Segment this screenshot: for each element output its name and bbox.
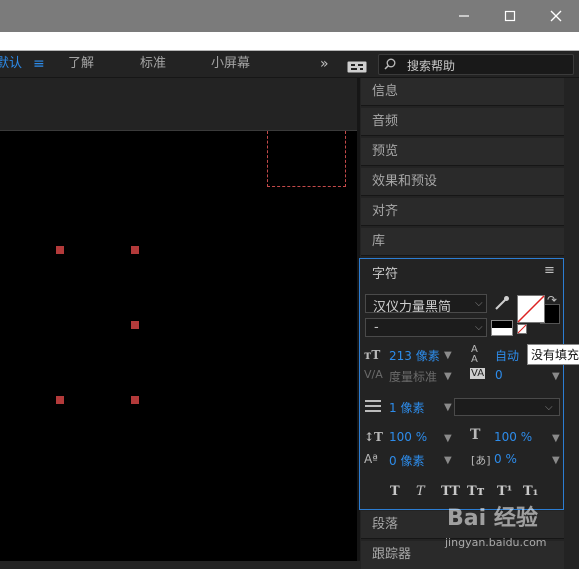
composition-header <box>0 78 357 131</box>
tracking-icon: VA <box>470 368 486 379</box>
panel-audio[interactable]: 音频 <box>361 108 564 136</box>
font-family-select[interactable]: 汉仪力量黑简 ⌵ <box>365 294 487 315</box>
chevron-down-icon: ⌵ <box>475 298 483 309</box>
search-placeholder: 搜索帮助 <box>407 59 456 73</box>
composition-viewer[interactable] <box>0 131 357 561</box>
chevron-down-icon[interactable]: ▼ <box>444 371 452 382</box>
workspace-learn[interactable]: 了解 <box>68 51 94 77</box>
character-panel: 字符 ≡ 汉仪力量黑简 ⌵ - ⌵ ↷ тT 213 像素 ▼ AA 自动 V/… <box>359 258 564 510</box>
horizontal-scale-icon: T <box>470 427 481 443</box>
chevron-down-icon[interactable]: ▼ <box>444 350 452 361</box>
close-button[interactable] <box>533 0 579 32</box>
panel-effects-presets[interactable]: 效果和预设 <box>361 168 564 196</box>
chevron-down-icon[interactable]: ▼ <box>552 371 560 382</box>
leading-value[interactable]: 自动 <box>495 347 519 364</box>
tsume-icon: [あ] <box>471 454 491 467</box>
chevron-down-icon: ⌵ <box>475 322 483 333</box>
panel-align[interactable]: 对齐 <box>361 198 564 226</box>
panel-libraries[interactable]: 库 <box>361 228 564 256</box>
minimize-icon <box>459 15 469 17</box>
chevron-down-icon[interactable]: ▼ <box>444 455 452 466</box>
fill-color-swatch[interactable] <box>517 295 545 323</box>
baseline-shift-icon: Aª <box>364 452 378 466</box>
stroke-type-select[interactable]: ⌵ <box>454 398 560 416</box>
font-style-select[interactable]: - ⌵ <box>365 318 487 337</box>
panel-info[interactable]: 信息 <box>361 78 564 106</box>
horizontal-scale-value[interactable]: 100 % <box>494 430 532 444</box>
watermark-url: jingyan.baidu.com <box>445 536 547 549</box>
panel-menu-icon[interactable]: ≡ <box>544 263 555 278</box>
font-family-value: 汉仪力量黑简 <box>373 300 452 315</box>
maximize-icon <box>504 10 516 22</box>
transform-handle[interactable] <box>131 246 139 254</box>
all-caps-button[interactable]: TT <box>441 484 460 499</box>
superscript-button[interactable]: T¹ <box>497 484 512 499</box>
workspace-sync-icon[interactable] <box>347 58 367 77</box>
tracking-value[interactable]: 0 <box>495 368 503 382</box>
menu-strip <box>0 32 579 51</box>
chevron-down-icon[interactable]: ▼ <box>444 402 452 413</box>
chevron-down-icon[interactable]: ▼ <box>444 433 452 444</box>
font-size-value[interactable]: 213 像素 <box>389 347 440 364</box>
leading-icon: AA <box>471 344 478 365</box>
workspace-menu-icon[interactable]: ≡ <box>33 51 45 77</box>
faux-italic-button[interactable]: T <box>416 484 425 499</box>
eyedropper-icon[interactable] <box>493 294 511 312</box>
workspace-default[interactable]: 默认 <box>0 51 22 77</box>
help-search-field[interactable]: 搜索帮助 <box>378 54 574 75</box>
font-style-value: - <box>374 320 379 335</box>
layer-bounding-box[interactable] <box>267 131 346 187</box>
close-icon <box>550 10 562 22</box>
watermark-brand: Bai 经验 <box>447 506 538 531</box>
default-colors-icon[interactable] <box>491 320 513 336</box>
tooltip: 没有填充 <box>527 344 579 365</box>
minimize-button[interactable] <box>441 0 487 32</box>
search-icon <box>384 58 396 70</box>
vertical-scale-icon: ↕T <box>364 430 383 444</box>
panel-preview[interactable]: 预览 <box>361 138 564 166</box>
tsume-value[interactable]: 0 % <box>494 452 517 466</box>
chevron-down-icon[interactable]: ▼ <box>552 455 560 466</box>
baidu-watermark: Bai 经验 jingyan.baidu.com <box>445 498 579 556</box>
kerning-icon: V/A <box>364 368 383 381</box>
transform-handle[interactable] <box>56 246 64 254</box>
transform-handle[interactable] <box>56 396 64 404</box>
chevron-down-icon[interactable]: ▼ <box>552 433 560 444</box>
character-panel-title: 字符 <box>372 267 399 282</box>
font-size-icon: тT <box>364 348 381 362</box>
stroke-width-value[interactable]: 1 像素 <box>389 399 424 416</box>
small-caps-button[interactable]: Tт <box>467 484 485 499</box>
swap-colors-icon[interactable]: ↷ <box>547 293 557 307</box>
chevron-double-right-icon[interactable]: » <box>320 51 329 77</box>
faux-bold-button[interactable]: T <box>390 484 400 499</box>
chevron-down-icon: ⌵ <box>545 402 553 413</box>
no-fill-mini-icon[interactable] <box>517 324 527 334</box>
transform-handle[interactable] <box>131 396 139 404</box>
stroke-width-icon <box>365 400 381 412</box>
maximize-button[interactable] <box>487 0 533 32</box>
kerning-value[interactable]: 度量标准 <box>389 368 437 385</box>
vertical-scale-value[interactable]: 100 % <box>389 430 427 444</box>
baseline-shift-value[interactable]: 0 像素 <box>389 452 424 469</box>
transform-handle[interactable] <box>131 321 139 329</box>
workspace-small-screen[interactable]: 小屏幕 <box>211 51 250 77</box>
subscript-button[interactable]: T₁ <box>523 484 538 499</box>
workspace-standard[interactable]: 标准 <box>140 51 166 77</box>
